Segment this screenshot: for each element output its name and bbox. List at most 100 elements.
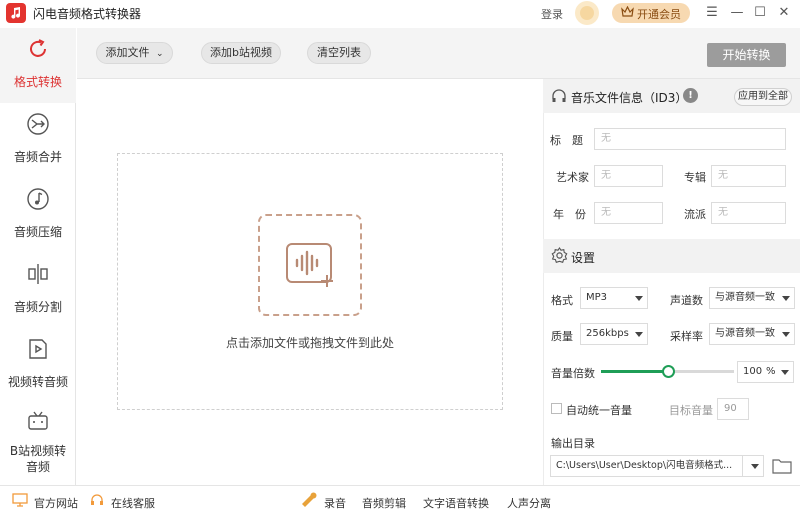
sidebar-item-format-convert[interactable]: 格式转换 (0, 28, 76, 103)
sidebar-item-label: 音频分割 (13, 300, 62, 314)
gear-icon (551, 247, 568, 263)
chevron-down-icon (751, 464, 759, 469)
vip-button[interactable]: 开通会员 (612, 3, 690, 23)
chevron-down-icon (781, 370, 789, 375)
tts-link[interactable]: 文字语音转换 (423, 495, 489, 511)
samplerate-value: 与源音频一致 (715, 328, 775, 339)
sidebar-item-label: 音频合并 (13, 150, 62, 164)
bilibili-icon (28, 411, 48, 430)
auto-volume-label: 自动统一音量 (566, 404, 632, 417)
start-convert-button[interactable]: 开始转换 (707, 43, 786, 67)
vocal-separation-link[interactable]: 人声分离 (507, 495, 551, 511)
output-dir-label: 输出目录 (551, 437, 595, 450)
target-volume-label: 目标音量 (669, 404, 713, 417)
output-path-dropdown[interactable] (742, 455, 764, 477)
year-label: 年 份 (553, 208, 586, 221)
year-input[interactable]: 无 (594, 202, 663, 224)
crown-icon (621, 6, 634, 17)
settings-section-header: 设置 (543, 239, 800, 273)
auto-volume-checkbox[interactable] (551, 403, 562, 414)
sidebar-item-audio-compress[interactable]: 音频压缩 (0, 178, 76, 253)
artist-label: 艺术家 (556, 171, 589, 184)
split-icon (28, 264, 48, 284)
menu-icon[interactable]: ☰ (704, 5, 720, 21)
sidebar-item-label: 视频转音频 (7, 375, 68, 389)
channels-label: 声道数 (670, 294, 703, 307)
format-value: MP3 (586, 292, 608, 303)
sidebar-item-audio-merge[interactable]: 音频合并 (0, 103, 76, 178)
sidebar-item-label: 格式转换 (13, 75, 62, 89)
samplerate-label: 采样率 (670, 330, 703, 343)
chevron-down-icon (782, 296, 790, 301)
apply-all-button[interactable]: 应用到全部 (734, 88, 792, 106)
volume-slider[interactable] (601, 365, 734, 378)
add-bilibili-button[interactable]: 添加b站视频 (201, 42, 281, 64)
sidebar-item-bilibili-to-audio[interactable]: B站视频转音频 (0, 403, 76, 485)
sidebar-item-label: 音频压缩 (13, 225, 62, 239)
volume-unit: % (766, 366, 776, 377)
microphone-icon (302, 492, 317, 507)
close-button[interactable]: ✕ (776, 5, 792, 21)
maximize-button[interactable]: ☐ (752, 5, 768, 21)
id3-section-header: 音乐文件信息（ID3） ! 应用到全部 (543, 79, 800, 113)
toolbar: 添加文件 ⌄ 添加b站视频 清空列表 (77, 28, 800, 79)
volume-slider-fill (601, 370, 668, 373)
genre-input[interactable]: 无 (711, 202, 786, 224)
sidebar-item-label: B站视频转音频 (9, 444, 67, 474)
chevron-down-icon[interactable]: ⌄ (156, 49, 164, 59)
sidebar-item-audio-split[interactable]: 音频分割 (0, 253, 76, 328)
volume-input[interactable]: 100 % (737, 361, 794, 383)
album-label: 专辑 (684, 171, 706, 184)
headset-icon (91, 494, 103, 505)
add-file-area[interactable] (258, 214, 362, 316)
merge-icon (27, 113, 49, 135)
album-input[interactable]: 无 (711, 165, 786, 187)
video-play-icon (29, 339, 47, 359)
clear-list-button[interactable]: 清空列表 (307, 42, 371, 64)
add-file-button[interactable]: 添加文件 ⌄ (96, 42, 173, 64)
channels-value: 与源音频一致 (715, 292, 775, 303)
title-bar: 闪电音频格式转换器 登录 开通会员 ☰ — ☐ ✕ (0, 0, 800, 28)
drop-zone-hint: 点击添加文件或拖拽文件到此处 (225, 336, 394, 350)
samplerate-select[interactable]: 与源音频一致 (709, 323, 795, 345)
add-file-label: 添加文件 (105, 46, 150, 59)
login-link[interactable]: 登录 (541, 6, 563, 22)
volume-slider-thumb[interactable] (662, 365, 675, 378)
sidebar-item-video-to-audio[interactable]: 视频转音频 (0, 328, 76, 403)
format-select[interactable]: MP3 (580, 287, 648, 309)
channels-select[interactable]: 与源音频一致 (709, 287, 795, 309)
chevron-down-icon (782, 332, 790, 337)
refresh-icon (30, 39, 46, 57)
output-path-input[interactable]: C:\Users\User\Desktop\闪电音频格式... (550, 455, 763, 477)
footer: 官方网站 在线客服 录音 音频剪辑 文字语音转换 人声分离 (0, 485, 800, 513)
app-title: 闪电音频格式转换器 (33, 7, 142, 21)
avatar[interactable] (575, 1, 599, 25)
chevron-down-icon (635, 332, 643, 337)
audio-edit-link[interactable]: 音频剪辑 (362, 495, 406, 511)
headphones-icon (552, 89, 566, 102)
online-support-link[interactable]: 在线客服 (111, 495, 155, 511)
id3-title: 音乐文件信息（ID3） (571, 91, 688, 105)
settings-title: 设置 (571, 251, 596, 265)
monitor-icon (12, 493, 28, 507)
artist-input[interactable]: 无 (594, 165, 663, 187)
title-input[interactable]: 无 (594, 128, 786, 150)
record-link[interactable]: 录音 (324, 495, 346, 511)
quality-value: 256kbps (586, 328, 629, 339)
quality-label: 质量 (551, 330, 573, 343)
music-note-icon (27, 188, 49, 210)
folder-icon[interactable] (772, 457, 792, 474)
minimize-button[interactable]: — (729, 5, 745, 21)
genre-label: 流派 (684, 208, 706, 221)
app-logo-icon (6, 3, 26, 23)
info-icon[interactable]: ! (683, 88, 698, 103)
chevron-down-icon (635, 296, 643, 301)
audio-file-add-icon (286, 243, 333, 287)
quality-select[interactable]: 256kbps (580, 323, 648, 345)
sidebar: 格式转换 音频合并 音频压缩 音频分割 视频转音频 B站视频转音频 (0, 28, 76, 485)
vip-label: 开通会员 (637, 8, 681, 21)
volume-label: 音量倍数 (551, 367, 595, 380)
official-website-link[interactable]: 官方网站 (34, 495, 78, 511)
title-label: 标 题 (550, 134, 583, 147)
target-volume-input[interactable]: 90 (717, 398, 749, 420)
